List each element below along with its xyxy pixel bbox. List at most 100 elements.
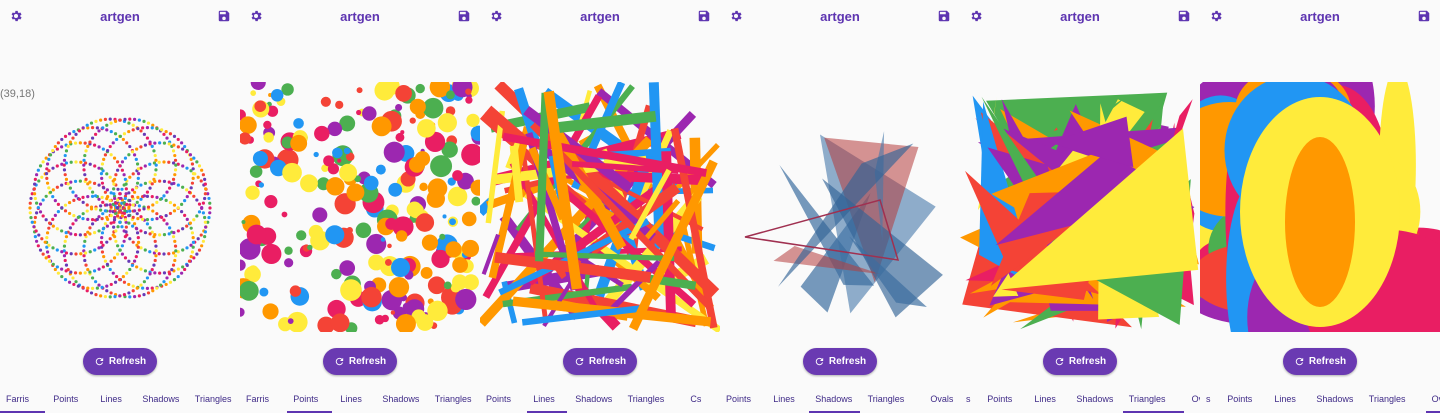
refresh-button[interactable]: Refresh — [323, 348, 397, 375]
tab-ovals[interactable]: Ovals — [1432, 394, 1440, 404]
farris-dot — [94, 194, 98, 198]
farris-dot — [134, 255, 138, 259]
tab-cs[interactable]: Cs — [690, 394, 701, 404]
farris-dot — [44, 194, 48, 198]
tab-lines[interactable]: Lines — [340, 394, 362, 404]
farris-dot — [92, 143, 97, 147]
tab-shadows[interactable]: Shadows — [382, 394, 419, 404]
point-dot — [395, 103, 403, 112]
tab-lines[interactable]: Lines — [1034, 394, 1056, 404]
tab-lines[interactable]: Lines — [1274, 394, 1296, 404]
farris-dot — [200, 206, 204, 210]
farris-dot — [122, 239, 126, 243]
art-canvas[interactable] — [960, 82, 1200, 332]
farris-dot — [123, 177, 127, 181]
tab-shadows[interactable]: Shadows — [575, 394, 612, 404]
farris-dot — [45, 167, 49, 171]
farris-dot — [33, 196, 37, 201]
farris-dot — [137, 204, 141, 208]
farris-dot — [103, 153, 108, 157]
farris-dot — [203, 192, 207, 196]
farris-dot — [162, 271, 167, 275]
farris-dot — [109, 153, 113, 157]
tab-points[interactable]: Points — [987, 394, 1012, 404]
farris-dot — [128, 144, 132, 149]
farris-dot — [43, 240, 47, 244]
point-dot — [290, 134, 308, 152]
farris-dot — [167, 160, 171, 164]
farris-dot — [127, 129, 131, 134]
farris-dot — [84, 149, 88, 153]
tab-triangles[interactable]: Triangles — [1129, 394, 1166, 404]
farris-dot — [162, 252, 166, 256]
farris-dot — [162, 132, 166, 136]
tab-points[interactable]: Points — [293, 394, 318, 404]
tab-lines[interactable]: Lines — [533, 394, 555, 404]
tab-points[interactable]: Points — [726, 394, 751, 404]
farris-dot — [125, 141, 129, 145]
art-canvas[interactable] — [0, 82, 240, 332]
tab-triangles[interactable]: Triangles — [435, 394, 472, 404]
tab-lines[interactable]: Lines — [773, 394, 795, 404]
tab-lines[interactable]: Lines — [100, 394, 122, 404]
farris-dot — [139, 183, 143, 187]
point-dot — [466, 113, 480, 127]
tab-points[interactable]: Points — [53, 394, 78, 404]
save-icon[interactable] — [1417, 9, 1431, 23]
save-icon[interactable] — [217, 9, 231, 23]
tab-points[interactable]: Points — [1227, 394, 1252, 404]
farris-dot — [135, 227, 139, 231]
refresh-button[interactable]: Refresh — [803, 348, 877, 375]
farris-dot — [103, 209, 108, 213]
point-dot — [374, 315, 385, 325]
refresh-button[interactable]: Refresh — [1043, 348, 1117, 375]
save-icon[interactable] — [937, 9, 951, 23]
farris-dot — [105, 215, 109, 219]
farris-dot — [109, 129, 113, 134]
art-canvas[interactable] — [480, 82, 720, 332]
farris-dot — [97, 197, 101, 201]
tab-s[interactable]: s — [1206, 394, 1211, 404]
farris-dot — [135, 250, 140, 254]
refresh-button[interactable]: Refresh — [563, 348, 637, 375]
tab-ovals[interactable]: Ovals — [1192, 394, 1200, 404]
farris-dot — [170, 268, 174, 272]
tab-triangles[interactable]: Triangles — [1369, 394, 1406, 404]
tab-shadows[interactable]: Shadows — [142, 394, 179, 404]
farris-dot — [74, 252, 78, 256]
tab-ovals[interactable]: Ovals — [930, 394, 953, 404]
tab-triangles[interactable]: Triangles — [195, 394, 232, 404]
refresh-button[interactable]: Refresh — [83, 348, 157, 375]
tab-shadows[interactable]: Shadows — [1316, 394, 1353, 404]
point-dot — [442, 214, 447, 219]
tab-shadows[interactable]: Shadows — [1076, 394, 1113, 404]
save-icon[interactable] — [697, 9, 711, 23]
tab-s[interactable]: s — [966, 394, 971, 404]
save-icon[interactable] — [1177, 9, 1191, 23]
farris-dot — [185, 150, 189, 154]
tab-shadows[interactable]: Shadows — [815, 394, 852, 404]
tab-triangles[interactable]: Triangles — [868, 394, 905, 404]
save-icon[interactable] — [457, 9, 471, 23]
farris-dot — [35, 201, 39, 205]
farris-dot — [116, 206, 120, 210]
farris-dot — [139, 229, 143, 233]
art-canvas[interactable] — [240, 82, 480, 332]
tab-farris[interactable]: Farris — [6, 394, 29, 404]
farris-dot — [171, 149, 176, 153]
farris-dot — [109, 291, 113, 295]
farris-dot — [135, 181, 140, 185]
art-canvas[interactable] — [1200, 82, 1440, 332]
tab-points[interactable]: Points — [486, 394, 511, 404]
farris-dot — [45, 231, 50, 235]
farris-dot — [208, 206, 212, 210]
farris-dot — [97, 129, 101, 133]
tab-triangles[interactable]: Triangles — [628, 394, 665, 404]
tab-farris[interactable]: Farris — [246, 394, 269, 404]
farris-dot — [118, 220, 122, 224]
refresh-button[interactable]: Refresh — [1283, 348, 1357, 375]
farris-dot — [55, 265, 59, 269]
farris-dot — [155, 127, 159, 131]
art-canvas[interactable] — [720, 82, 960, 332]
farris-dot — [191, 171, 196, 176]
